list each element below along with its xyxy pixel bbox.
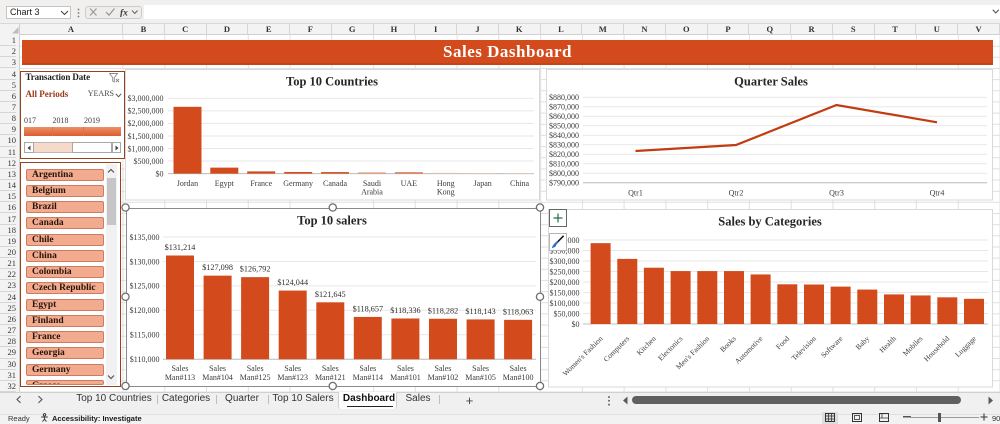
svg-text:$880,000: $880,000 [549,93,579,102]
svg-text:$820,000: $820,000 [549,150,579,159]
svg-text:Qtr1: Qtr1 [628,188,643,197]
svg-text:$3,000,000: $3,000,000 [128,94,164,103]
svg-text:China: China [510,179,530,188]
svg-text:Qtr2: Qtr2 [729,188,744,197]
svg-text:$840,000: $840,000 [549,131,579,140]
svg-text:$870,000: $870,000 [549,103,579,112]
svg-text:$1,000,000: $1,000,000 [128,144,164,153]
svg-text:$200,000: $200,000 [550,278,580,287]
svg-text:Qtr4: Qtr4 [930,188,945,197]
svg-text:Japan: Japan [474,179,492,188]
svg-text:Kong: Kong [437,188,455,197]
svg-text:fx: fx [120,9,128,18]
svg-text:$1,500,000: $1,500,000 [128,132,164,141]
svg-text:$860,000: $860,000 [549,112,579,121]
svg-text:Sales by Categories: Sales by Categories [718,215,822,229]
svg-text:$790,000: $790,000 [549,179,579,188]
svg-text:$0: $0 [572,320,580,329]
svg-text:Arabia: Arabia [361,188,383,197]
svg-text:Top 10 Countries: Top 10 Countries [286,75,378,89]
svg-text:Quarter Sales: Quarter Sales [734,75,808,89]
svg-text:$800,000: $800,000 [549,169,579,178]
svg-text:France: France [250,179,272,188]
svg-text:$150,000: $150,000 [550,288,580,297]
svg-text:Canada: Canada [323,179,347,188]
svg-text:$50,000: $50,000 [554,309,580,318]
svg-text:$0: $0 [156,169,164,178]
svg-text:Egypt: Egypt [215,179,235,188]
svg-text:$500,000: $500,000 [134,157,164,166]
svg-text:$2,500,000: $2,500,000 [128,107,164,116]
svg-text:UAE: UAE [401,179,418,188]
svg-text:$810,000: $810,000 [549,160,579,169]
svg-text:Jordan: Jordan [177,179,198,188]
svg-text:$100,000: $100,000 [550,299,580,308]
svg-text:$830,000: $830,000 [549,141,579,150]
svg-text:$2,000,000: $2,000,000 [128,119,164,128]
svg-text:Germany: Germany [283,179,313,188]
svg-text:$300,000: $300,000 [550,257,580,266]
svg-text:$250,000: $250,000 [550,267,580,276]
svg-text:Qtr3: Qtr3 [829,188,844,197]
svg-text:$850,000: $850,000 [549,122,579,131]
